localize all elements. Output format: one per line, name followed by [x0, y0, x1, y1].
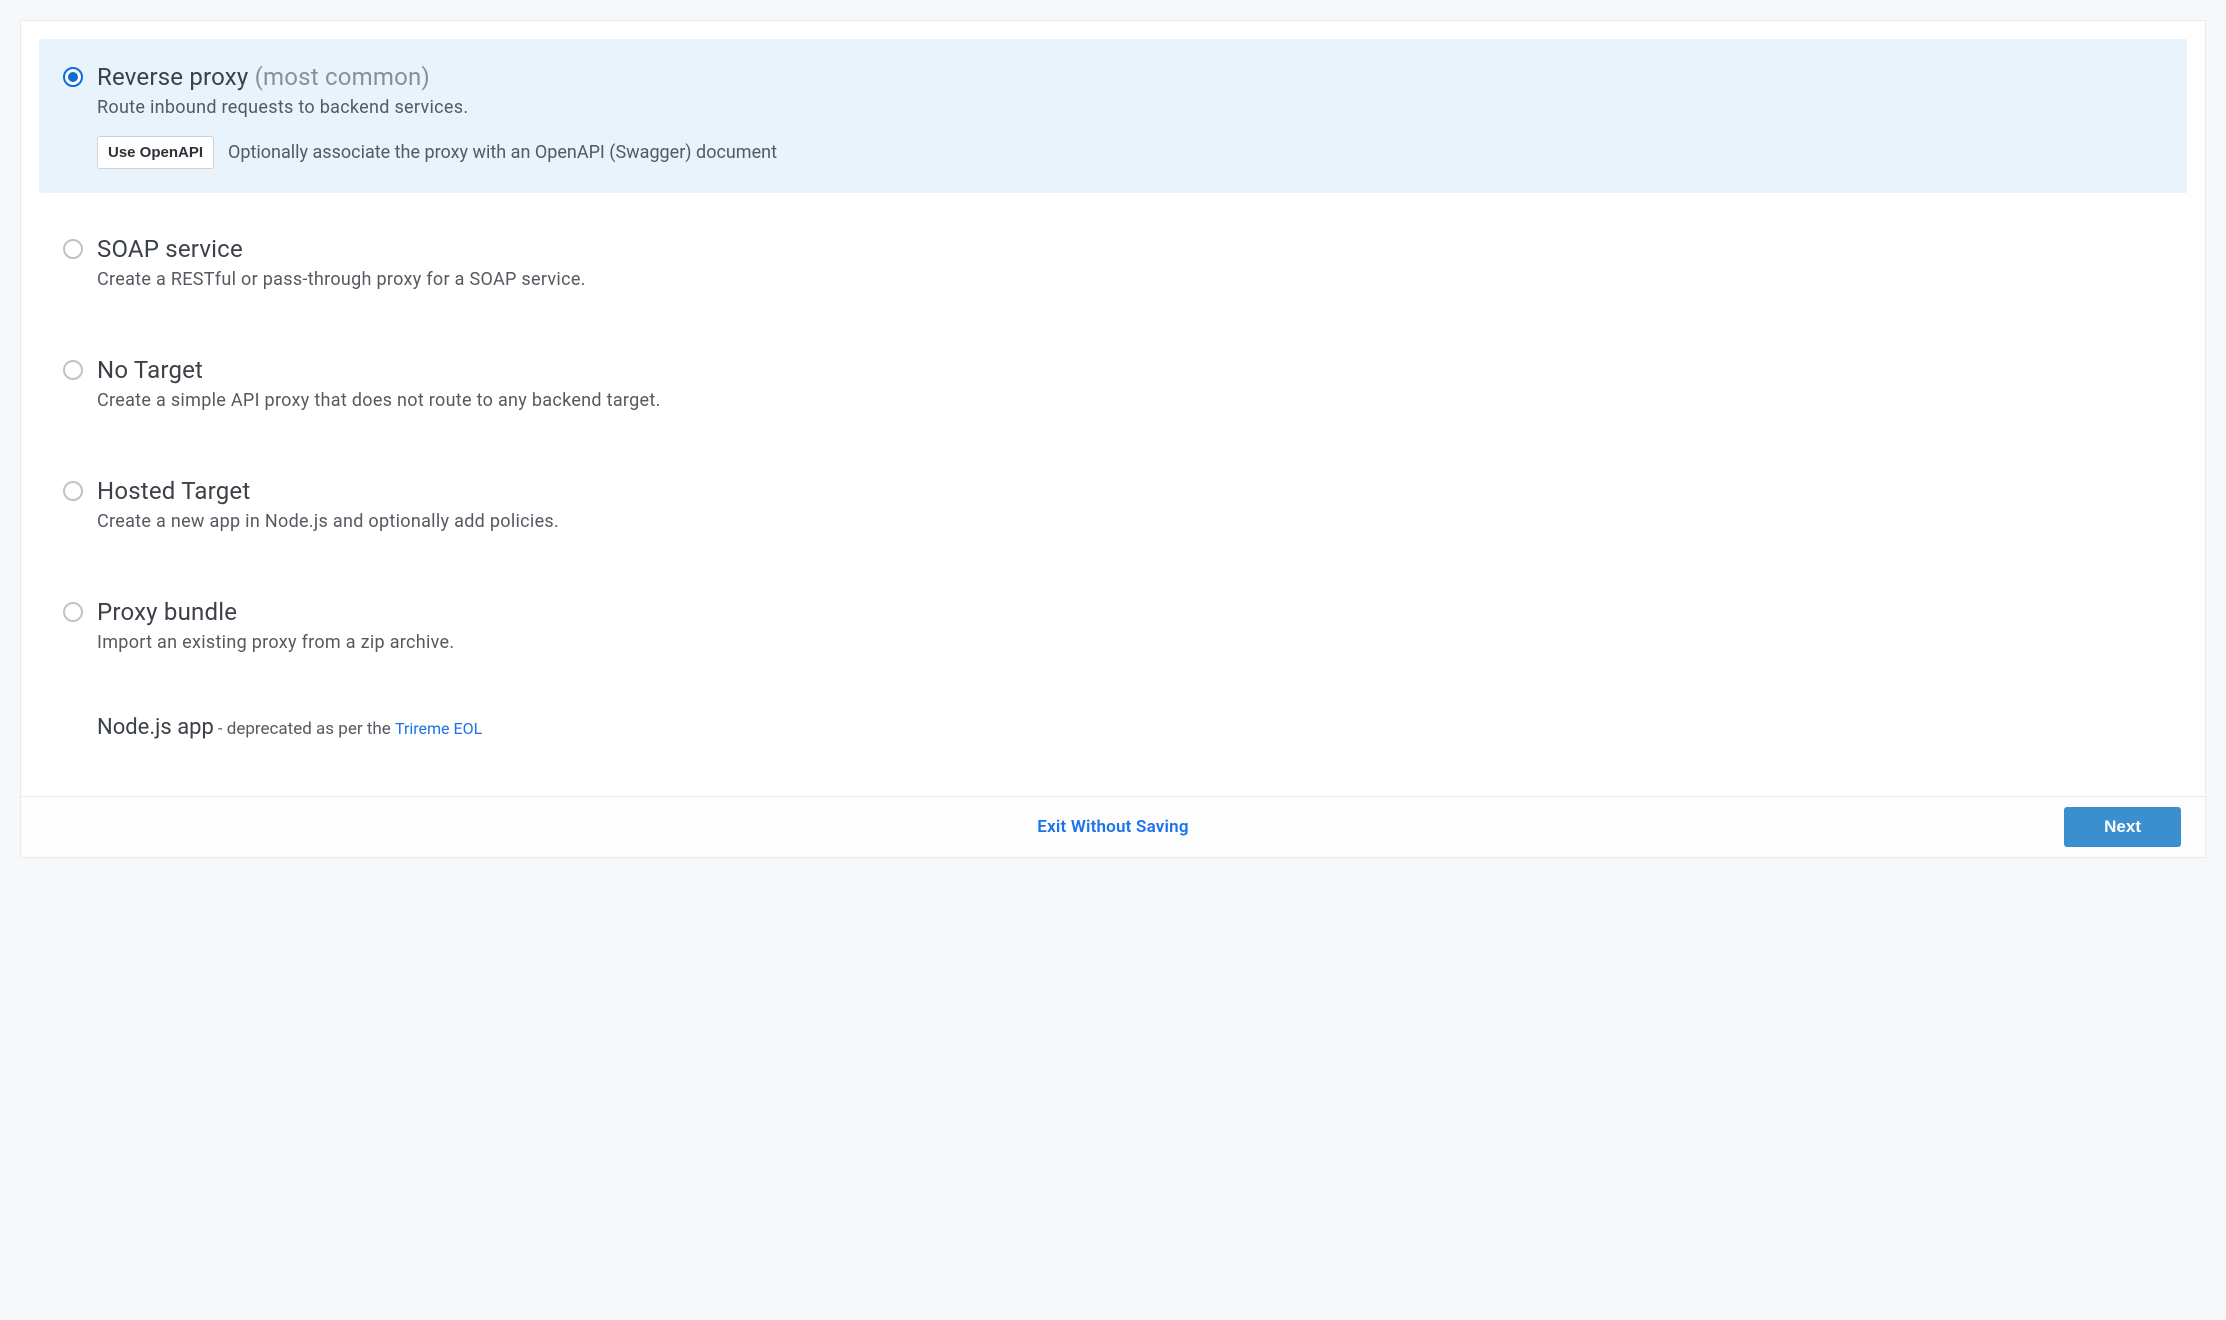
radio-reverse-proxy[interactable] [63, 67, 83, 87]
deprecated-title: Node.js app [97, 715, 214, 740]
wizard-footer: Exit Without Saving Next [21, 796, 2205, 857]
option-proxy-bundle[interactable]: Proxy bundle Import an existing proxy fr… [39, 574, 2187, 677]
deprecated-text: - deprecated as per the [218, 719, 395, 739]
radio-proxy-bundle[interactable] [63, 602, 83, 622]
radio-hosted-target[interactable] [63, 481, 83, 501]
option-title: Reverse proxy (most common) [97, 63, 430, 91]
next-button[interactable]: Next [2064, 807, 2181, 847]
option-title: No Target [97, 356, 203, 384]
use-openapi-text: Optionally associate the proxy with an O… [228, 142, 777, 163]
option-description: Create a new app in Node.js and optional… [97, 511, 2159, 532]
option-no-target[interactable]: No Target Create a simple API proxy that… [39, 332, 2187, 435]
option-description: Import an existing proxy from a zip arch… [97, 632, 2159, 653]
option-description: Create a RESTful or pass-through proxy f… [97, 269, 2159, 290]
trireme-eol-link[interactable]: Trireme EOL [395, 719, 482, 738]
proxy-type-panel: Reverse proxy (most common) Route inboun… [20, 20, 2206, 858]
option-description: Create a simple API proxy that does not … [97, 390, 2159, 411]
option-description: Route inbound requests to backend servic… [97, 97, 2159, 118]
option-title: Hosted Target [97, 477, 250, 505]
option-title: Proxy bundle [97, 598, 237, 626]
use-openapi-button[interactable]: Use OpenAPI [97, 136, 214, 169]
radio-no-target[interactable] [63, 360, 83, 380]
option-nodejs-deprecated: Node.js app - deprecated as per the Trir… [39, 695, 2187, 760]
exit-without-saving-link[interactable]: Exit Without Saving [1037, 817, 1188, 837]
option-reverse-proxy[interactable]: Reverse proxy (most common) Route inboun… [39, 39, 2187, 193]
option-soap-service[interactable]: SOAP service Create a RESTful or pass-th… [39, 211, 2187, 314]
option-hosted-target[interactable]: Hosted Target Create a new app in Node.j… [39, 453, 2187, 556]
option-title: SOAP service [97, 235, 243, 263]
radio-soap-service[interactable] [63, 239, 83, 259]
